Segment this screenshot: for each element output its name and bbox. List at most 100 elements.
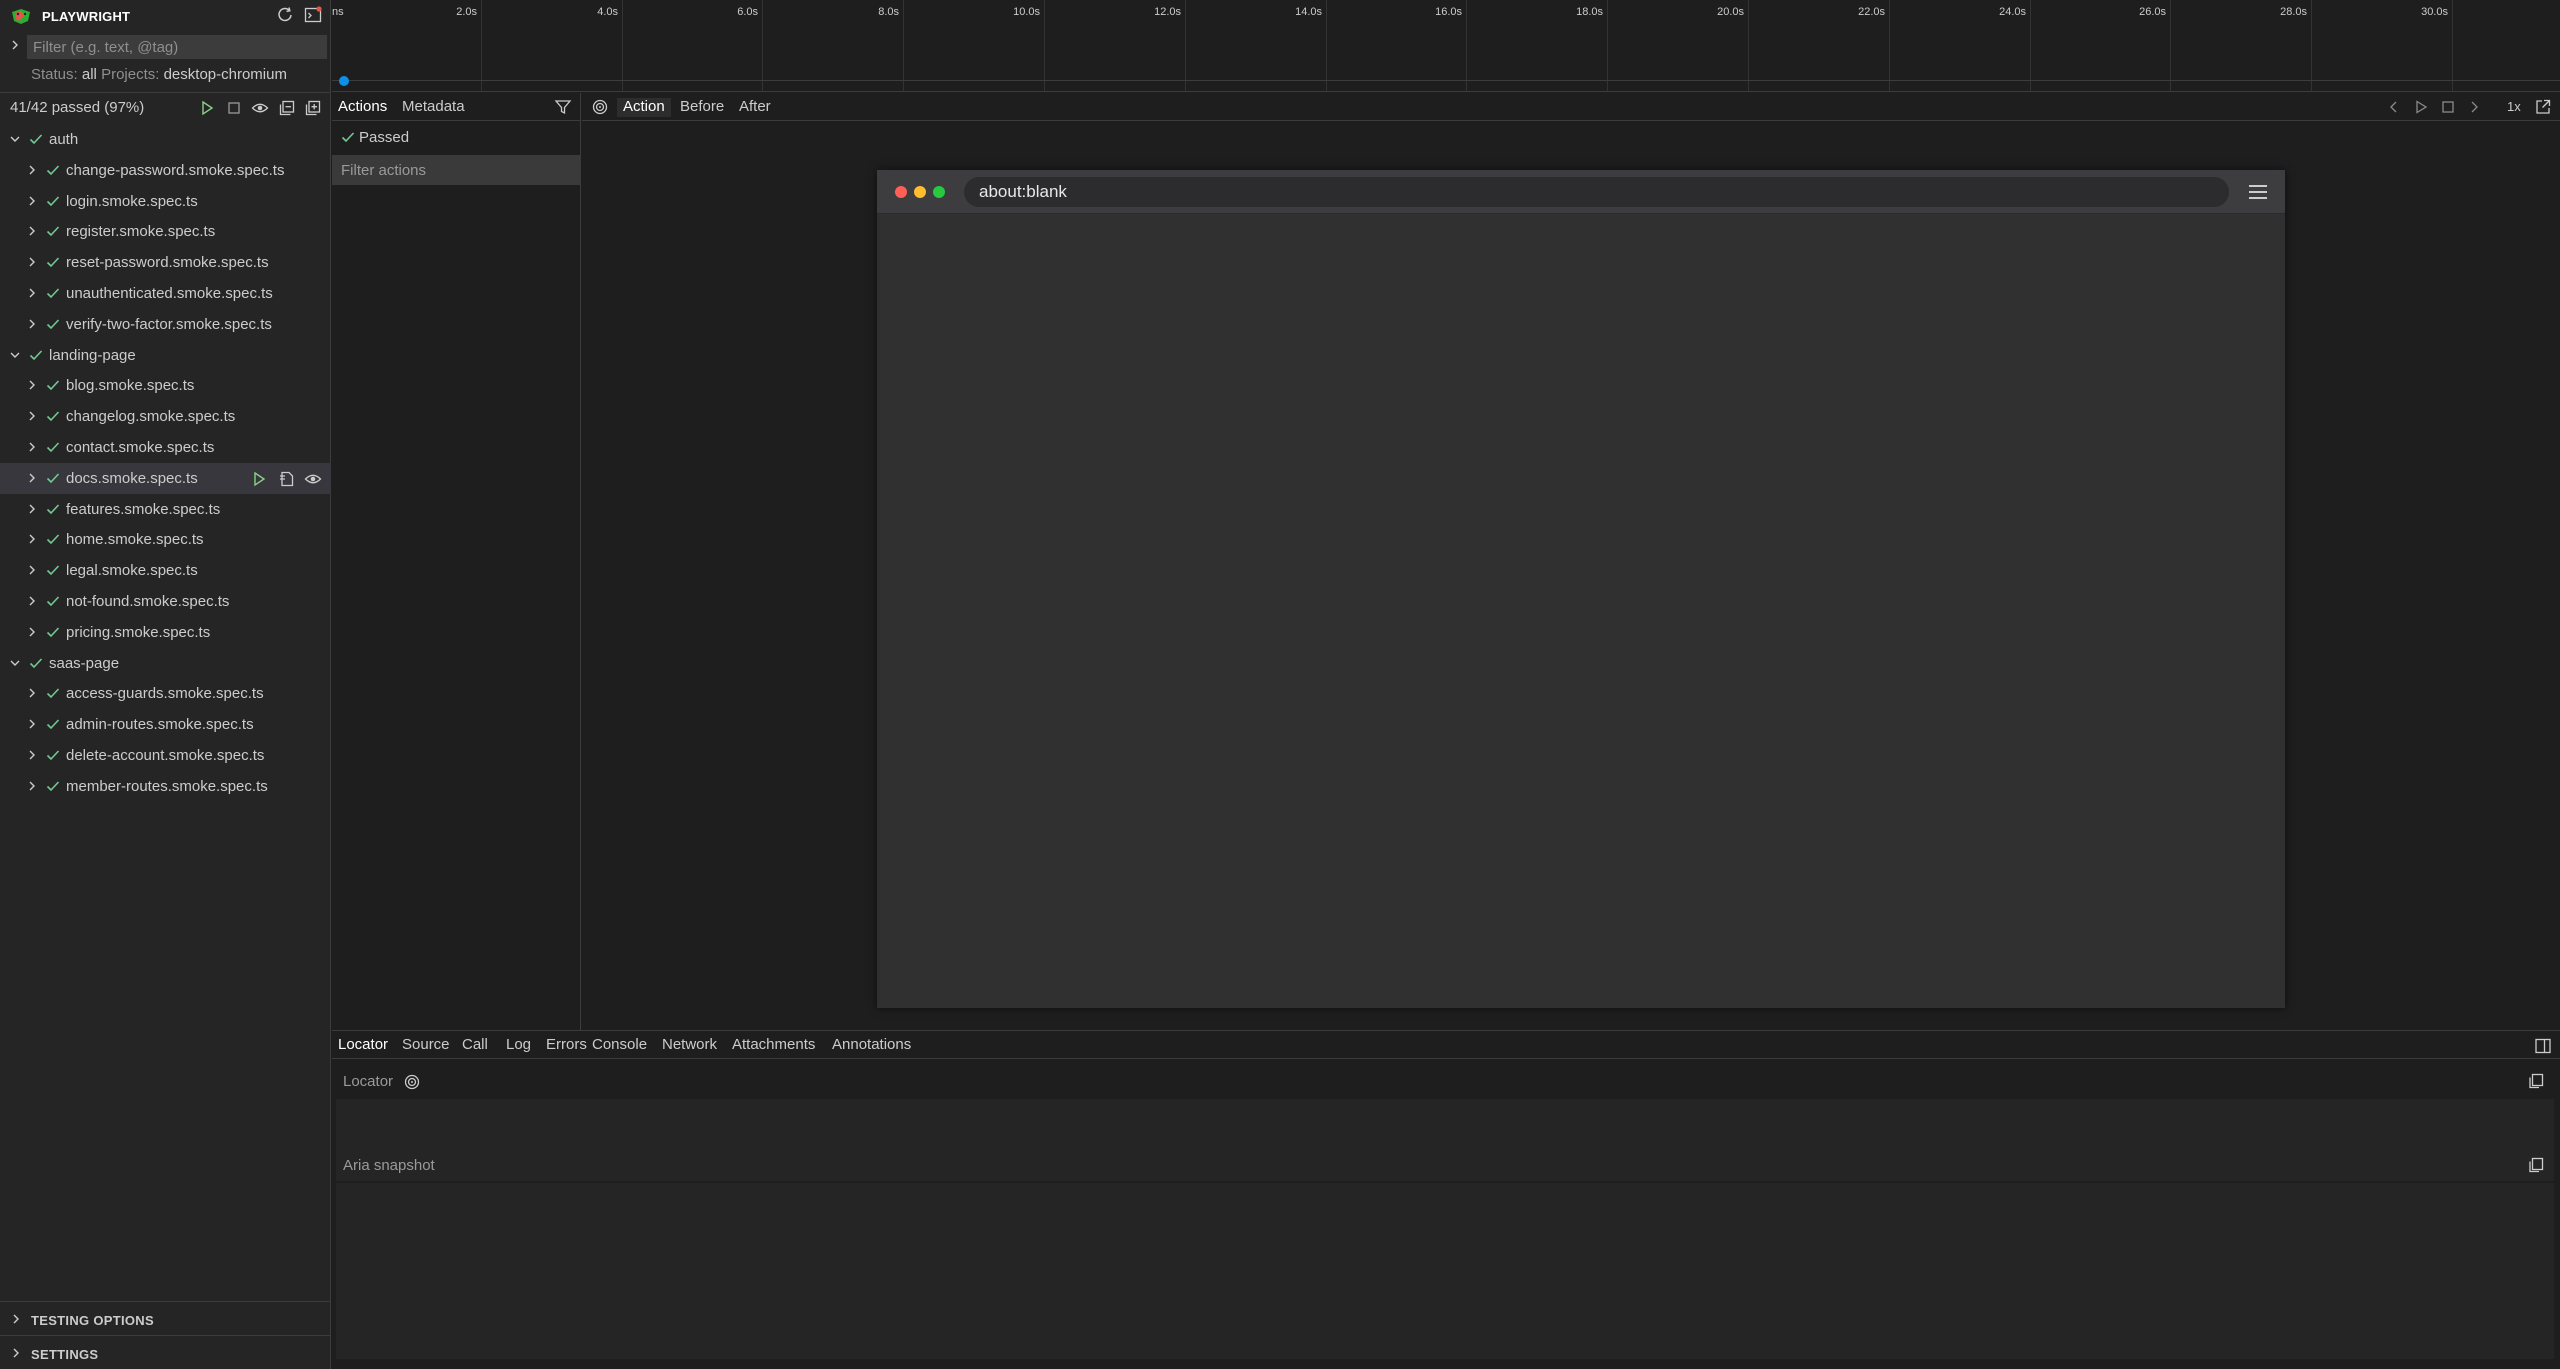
tab-errors[interactable]: Errors: [540, 1036, 593, 1053]
tab-console[interactable]: Console: [586, 1036, 653, 1053]
tab-annotations[interactable]: Annotations: [826, 1036, 917, 1053]
tab-call[interactable]: Call: [456, 1036, 494, 1053]
tab-before[interactable]: Before: [674, 98, 730, 115]
tab-action[interactable]: Action: [617, 98, 671, 117]
open-external-icon[interactable]: [2534, 98, 2552, 116]
stop-icon[interactable]: [225, 99, 243, 117]
chevron-right-icon[interactable]: [25, 502, 39, 516]
tree-file[interactable]: admin-routes.smoke.spec.ts: [0, 709, 331, 740]
settings-section[interactable]: SETTINGS: [0, 1335, 331, 1369]
chevron-right-icon[interactable]: [25, 625, 39, 639]
chevron-right-icon[interactable]: [25, 286, 39, 300]
tab-actions[interactable]: Actions: [332, 98, 393, 117]
chevron-right-icon[interactable]: [25, 163, 39, 177]
tree-file[interactable]: contact.smoke.spec.ts: [0, 432, 331, 463]
tree-file[interactable]: blog.smoke.spec.ts: [0, 370, 331, 401]
chevron-right-icon[interactable]: [25, 532, 39, 546]
show-source-icon[interactable]: [278, 470, 296, 488]
playback-speed[interactable]: 1x: [2501, 99, 2527, 114]
status-projects-row[interactable]: Status: all Projects: desktop-chromium: [31, 66, 287, 83]
tree-file[interactable]: docs.smoke.spec.ts: [0, 462, 331, 494]
tree-file[interactable]: home.smoke.spec.ts: [0, 524, 331, 555]
stop-icon[interactable]: [2440, 99, 2456, 115]
chevron-right-icon[interactable]: [25, 471, 39, 485]
chevron-right-icon[interactable]: [25, 748, 39, 762]
copy-icon[interactable]: [2527, 1072, 2545, 1090]
check-icon: [46, 442, 60, 453]
timeline[interactable]: ns 2.0s 4.0s 6.0s 8.0s 10.0s 12.0s 14.0s 16.0s 1…: [332, 0, 2560, 92]
layout-toggle-icon[interactable]: [2534, 1037, 2552, 1055]
chevron-right-icon[interactable]: [2466, 99, 2482, 115]
tree-file[interactable]: unauthenticated.smoke.spec.ts: [0, 278, 331, 309]
terminal-icon[interactable]: [303, 6, 323, 26]
tab-metadata[interactable]: Metadata: [396, 98, 471, 115]
tab-after[interactable]: After: [733, 98, 777, 115]
tree-item-label: landing-page: [49, 346, 136, 364]
collapse-all-icon[interactable]: [278, 99, 296, 117]
timeline-gridline: [622, 0, 623, 91]
tree-file[interactable]: changelog.smoke.spec.ts: [0, 401, 331, 432]
tab-network[interactable]: Network: [656, 1036, 723, 1053]
tab-attachments[interactable]: Attachments: [726, 1036, 821, 1053]
chevron-down-icon[interactable]: [8, 132, 22, 146]
tree-file[interactable]: access-guards.smoke.spec.ts: [0, 678, 331, 709]
chevron-right-icon[interactable]: [25, 409, 39, 423]
play-icon[interactable]: [2413, 99, 2429, 115]
chevron-down-icon[interactable]: [8, 656, 22, 670]
chevron-down-icon[interactable]: [8, 348, 22, 362]
chevron-right-icon[interactable]: [25, 717, 39, 731]
copy-icon[interactable]: [2527, 1156, 2545, 1174]
filter-actions-input[interactable]: [332, 155, 581, 185]
tree-folder[interactable]: saas-page: [0, 648, 331, 679]
timeline-playhead[interactable]: [339, 76, 349, 86]
pick-locator-icon[interactable]: [403, 1073, 421, 1091]
chevron-right-icon[interactable]: [25, 779, 39, 793]
aria-snapshot-editor[interactable]: [336, 1183, 2554, 1359]
run-all-icon[interactable]: [198, 99, 216, 117]
tree-folder[interactable]: auth: [0, 124, 331, 155]
pick-locator-icon[interactable]: [591, 98, 609, 116]
tab-log[interactable]: Log: [500, 1036, 537, 1053]
tree-file[interactable]: features.smoke.spec.ts: [0, 494, 331, 525]
chevron-right-icon[interactable]: [25, 255, 39, 269]
reload-icon[interactable]: [275, 6, 295, 26]
test-filter-input[interactable]: [27, 35, 327, 59]
tree-file[interactable]: delete-account.smoke.spec.ts: [0, 740, 331, 771]
tab-locator[interactable]: Locator: [332, 1036, 394, 1053]
watch-all-icon[interactable]: [251, 99, 269, 117]
tree-file[interactable]: member-routes.smoke.spec.ts: [0, 771, 331, 802]
chevron-right-icon[interactable]: [25, 440, 39, 454]
chevron-right-icon[interactable]: [25, 563, 39, 577]
projects-value[interactable]: desktop-chromium: [164, 66, 287, 83]
chevron-right-icon[interactable]: [25, 317, 39, 331]
run-icon[interactable]: [250, 470, 268, 488]
tree-file[interactable]: not-found.smoke.spec.ts: [0, 586, 331, 617]
expand-all-icon[interactable]: [304, 99, 322, 117]
chevron-right-icon[interactable]: [25, 378, 39, 392]
tree-file[interactable]: change-password.smoke.spec.ts: [0, 155, 331, 186]
tree-file[interactable]: reset-password.smoke.spec.ts: [0, 247, 331, 278]
check-icon: [46, 226, 60, 237]
tree-item-label: not-found.smoke.spec.ts: [66, 592, 230, 610]
tree-item-label: docs.smoke.spec.ts: [66, 469, 198, 487]
chevron-right-icon[interactable]: [8, 38, 22, 52]
tree-folder[interactable]: landing-page: [0, 340, 331, 371]
tree-file[interactable]: login.smoke.spec.ts: [0, 186, 331, 217]
chevron-left-icon[interactable]: [2386, 99, 2402, 115]
action-passed-row[interactable]: Passed: [332, 123, 581, 151]
status-value[interactable]: all: [82, 66, 97, 83]
chevron-right-icon[interactable]: [25, 686, 39, 700]
chevron-right-icon[interactable]: [25, 194, 39, 208]
tree-file[interactable]: legal.smoke.spec.ts: [0, 555, 331, 586]
tree-file[interactable]: verify-two-factor.smoke.spec.ts: [0, 309, 331, 340]
locator-editor[interactable]: [336, 1099, 2554, 1181]
chevron-right-icon[interactable]: [25, 224, 39, 238]
tab-source[interactable]: Source: [396, 1036, 456, 1053]
testing-options-section[interactable]: TESTING OPTIONS: [0, 1301, 331, 1335]
chevron-right-icon[interactable]: [25, 594, 39, 608]
tree-file[interactable]: pricing.smoke.spec.ts: [0, 617, 331, 648]
tree-item-label: delete-account.smoke.spec.ts: [66, 746, 265, 764]
tree-file[interactable]: register.smoke.spec.ts: [0, 216, 331, 247]
watch-icon[interactable]: [304, 470, 322, 488]
filter-icon[interactable]: [554, 98, 572, 116]
